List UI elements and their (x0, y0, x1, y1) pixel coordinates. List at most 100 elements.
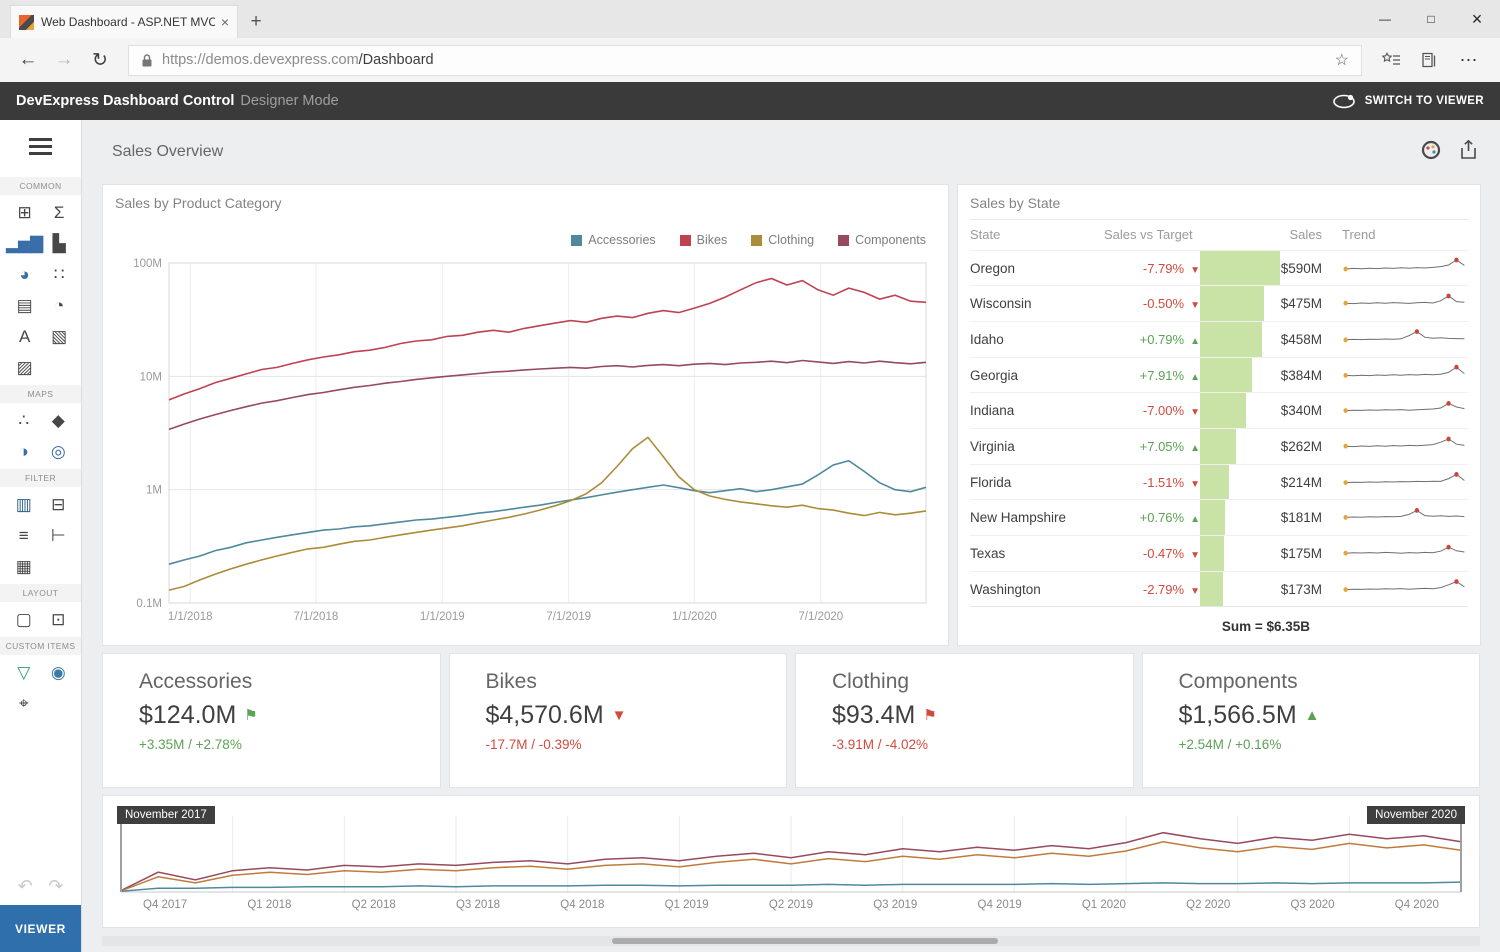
new-tab-button[interactable]: + (238, 5, 274, 38)
layout-items: ▢ ⊡ (0, 602, 81, 632)
toolbox-item-gauges-icon[interactable]: ◔ (54, 296, 63, 316)
browser-menu-icon[interactable]: ⋯ (1448, 50, 1490, 71)
state-row[interactable]: Wisconsin -0.50%▼ $475M (970, 285, 1468, 321)
undo-icon[interactable]: ↶ (18, 876, 33, 897)
tab-strip: Web Dashboard - ASP.NET MVC × + — □ × (0, 0, 1500, 38)
sales-data-bar (1200, 251, 1280, 286)
toolbox-item-text-box-icon[interactable]: A (19, 327, 29, 347)
export-icon[interactable] (1459, 139, 1478, 165)
state-row[interactable]: Indiana -7.00%▼ $340M (970, 392, 1468, 428)
category-chart-svg[interactable]: 1/1/20187/1/20181/1/20197/1/20191/1/2020… (115, 253, 934, 629)
trend-sparkline-svg (1342, 361, 1468, 387)
forward-button[interactable]: → (46, 43, 82, 77)
sales-vs-target-value: +7.05% (1140, 439, 1184, 454)
toolbox-item-range-filter-icon[interactable]: ▥ (16, 495, 31, 515)
range-chart-svg[interactable] (117, 810, 1465, 896)
close-window-button[interactable]: × (1454, 0, 1500, 38)
browser-tab[interactable]: Web Dashboard - ASP.NET MVC × (10, 5, 238, 38)
maps-items: ∴ ◆ ◑ ◎ (0, 403, 81, 464)
sales-vs-target-value: +0.76% (1140, 510, 1184, 525)
section-label-custom-items: CUSTOM ITEMS (0, 637, 81, 655)
toolbox-item-group-icon[interactable]: ▢ (16, 610, 31, 630)
toolbox-menu-button[interactable] (0, 120, 81, 172)
sum-label: Sum = $6.35B (970, 606, 1468, 645)
state-name: Washington (970, 582, 1104, 597)
trend-sparkline-svg (1342, 468, 1468, 494)
viewer-button[interactable]: VIEWER (0, 905, 81, 952)
toolbox-item-map-pin-icon[interactable]: ⌖ (19, 694, 28, 714)
toolbox-item-geo-point-map-icon[interactable]: ∴ (18, 411, 28, 431)
maximize-button[interactable]: □ (1408, 0, 1454, 38)
sales-data-bar (1200, 358, 1280, 393)
app-title: DevExpress Dashboard Control (16, 93, 234, 109)
toolbox-item-list-box-icon[interactable]: ≡ (19, 526, 28, 546)
toolbox-item-tab-container-icon[interactable]: ⊡ (51, 610, 64, 630)
address-bar[interactable]: https://demos.devexpress.com/Dashboard ☆ (128, 45, 1362, 76)
toolbox-item-funnel-icon[interactable]: ▽ (17, 663, 29, 683)
trend-cell (1328, 289, 1468, 318)
toolbox-item-tree-view-icon[interactable]: ⊢ (51, 526, 65, 546)
toolbox-item-pies-icon[interactable]: ◕ (19, 265, 28, 285)
scrollbar-thumb[interactable] (612, 938, 998, 944)
state-name: Oregon (970, 261, 1104, 276)
kpi-card-components[interactable]: Components $1,566.5M▲ +2.54M / +0.16% (1142, 653, 1481, 788)
tab-title: Web Dashboard - ASP.NET MVC (41, 15, 215, 29)
toolbox-item-web-page-icon[interactable]: ◉ (51, 663, 65, 683)
toolbox-item-bubble-map-icon[interactable]: ◎ (51, 442, 65, 462)
color-scheme-icon[interactable] (1421, 140, 1441, 165)
kpi-down-arrow-icon: ▼ (612, 707, 627, 724)
state-name: Wisconsin (970, 296, 1104, 311)
range-start-handle[interactable]: November 2017 (117, 806, 215, 824)
toolbox-item-grid-icon[interactable]: ⊞ (17, 203, 30, 223)
kpi-card-bikes[interactable]: Bikes $4,570.6M▼ -17.7M / -0.39% (449, 653, 788, 788)
toolbox-item-choropleth-map-icon[interactable]: ◆ (52, 411, 64, 431)
sales-value: $175M (1280, 546, 1328, 561)
toolbox-item-combo-box-icon[interactable]: ⊟ (51, 495, 64, 515)
range-end-handle[interactable]: November 2020 (1367, 806, 1465, 824)
state-row[interactable]: Washington -2.79%▼ $173M (970, 571, 1468, 607)
state-row[interactable]: Texas -0.47%▼ $175M (970, 535, 1468, 571)
reading-list-icon[interactable] (1410, 43, 1448, 77)
toolbox-item-scatter-chart-icon[interactable]: ∷ (54, 265, 64, 285)
state-row[interactable]: New Hampshire +0.76%▲ $181M (970, 499, 1468, 535)
toolbox-item-chart-icon[interactable]: ▂▅▇ (6, 234, 42, 254)
minimize-button[interactable]: — (1362, 0, 1408, 38)
section-label-maps: MAPS (0, 385, 81, 403)
state-row[interactable]: Florida -1.51%▼ $214M (970, 464, 1468, 500)
state-row[interactable]: Georgia +7.91%▲ $384M (970, 357, 1468, 393)
kpi-card-clothing[interactable]: Clothing $93.4M⚑ -3.91M / -4.02% (795, 653, 1134, 788)
toolbox-item-cards-icon[interactable]: ▤ (17, 296, 32, 316)
chart-legend: Accessories Bikes Clothing Components (115, 233, 926, 247)
lock-icon (141, 53, 153, 68)
toolbox-item-bound-image-icon[interactable]: ▨ (17, 358, 32, 378)
state-table-title: Sales by State (970, 195, 1468, 220)
add-favorite-icon[interactable]: ☆ (1335, 50, 1349, 70)
state-row[interactable]: Virginia +7.05%▲ $262M (970, 428, 1468, 464)
switch-to-viewer-icon (1332, 93, 1356, 110)
sales-value: $475M (1280, 296, 1328, 311)
section-label-filter: FILTER (0, 469, 81, 487)
state-row[interactable]: Idaho +0.79%▲ $458M (970, 321, 1468, 357)
back-button[interactable]: ← (10, 43, 46, 77)
range-axis-label: Q4 2017 (143, 899, 187, 911)
address-bar-row: ← → ↻ https://demos.devexpress.com/Dashb… (0, 38, 1500, 82)
refresh-button[interactable]: ↻ (82, 43, 118, 77)
toolbox-item-date-filter-icon[interactable]: ▦ (16, 557, 31, 577)
kpi-card-accessories[interactable]: Accessories $124.0M⚑ +3.35M / +2.78% (102, 653, 441, 788)
toolbox-item-image-icon[interactable]: ▧ (51, 327, 66, 347)
trend-cell (1328, 432, 1468, 461)
redo-icon[interactable]: ↷ (48, 876, 63, 897)
legend-item: Clothing (751, 233, 814, 247)
legend-swatch (571, 235, 582, 246)
trend-arrow-icon: ▲ (1190, 372, 1200, 383)
toolbox-item-pie-map-icon[interactable]: ◑ (19, 442, 28, 462)
state-row[interactable]: Oregon -7.79%▼ $590M (970, 250, 1468, 286)
toolbox-item-pivot-icon[interactable]: Σ (54, 203, 64, 223)
tab-close-icon[interactable]: × (221, 14, 229, 30)
trend-arrow-icon: ▼ (1190, 407, 1200, 418)
switch-to-viewer-button[interactable]: SWITCH TO VIEWER (1332, 93, 1484, 110)
toolbox-item-treemap-icon[interactable]: ▙ (53, 234, 65, 254)
app-mode-label: Designer Mode (240, 93, 338, 109)
legend-label: Components (855, 233, 926, 247)
favorites-hub-icon[interactable] (1372, 43, 1410, 77)
